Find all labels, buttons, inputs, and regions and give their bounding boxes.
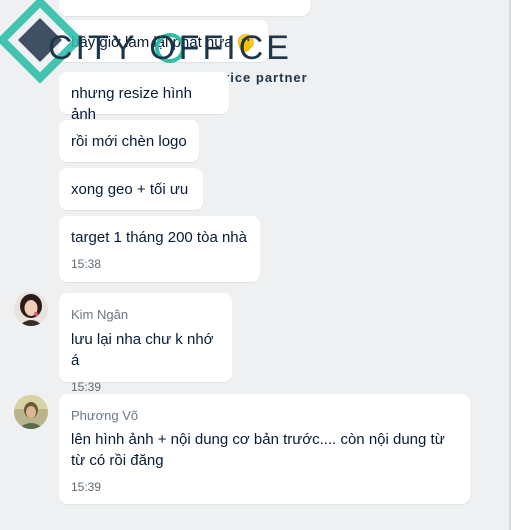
message-time: 15:39 (71, 480, 102, 494)
message-bubble[interactable]: nhưng resize hình ảnh (59, 72, 229, 123)
message-bubble[interactable]: xong geo + tối ưu (59, 168, 203, 210)
message-bubble[interactable]: target 1 tháng 200 tòa nhà 15:38 (59, 216, 260, 282)
message-bubble[interactable]: rồi mới chèn logo (59, 120, 199, 162)
message-bubble-kim-ngan[interactable]: Kim Ngân lưu lại nha chư k nhớ á 15:39 (59, 293, 232, 394)
sender-name: Kim Ngân (71, 307, 129, 322)
message-text: lên hình ảnh + nội dung cơ bản trước....… (71, 431, 449, 469)
sender-name: Phương Võ (71, 408, 139, 423)
logo-brand-name: CITY OFFICE (48, 29, 292, 67)
avatar-kim-ngan[interactable] (14, 292, 48, 326)
message-time: 15:38 (71, 257, 102, 271)
person-photo-icon (14, 395, 48, 429)
message-text: nhưng resize hình ảnh (71, 85, 197, 123)
message-text: target 1 tháng 200 tòa nhà (71, 229, 247, 246)
message-text: lưu lại nha chư k nhớ á (71, 331, 218, 369)
message-bubble-phuong-vo[interactable]: Phương Võ lên hình ảnh + nội dung cơ bản… (59, 394, 470, 504)
person-photo-icon (14, 292, 48, 326)
message-text: rồi mới chèn logo (71, 133, 187, 150)
avatar-phuong-vo[interactable] (14, 395, 48, 429)
message-time: 15:39 (71, 380, 102, 394)
message-text: xong geo + tối ưu (71, 181, 189, 198)
